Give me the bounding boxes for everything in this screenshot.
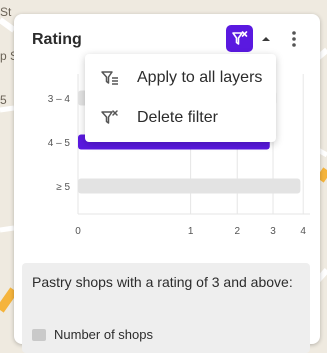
menu-item-label: Apply to all layers [137, 69, 263, 86]
legend-swatch [32, 328, 46, 341]
legend-row: Number of shops [32, 327, 153, 342]
menu-item-apply-all-layers[interactable]: Apply to all layers [85, 58, 276, 98]
rating-widget: Rating 3 – 44 – 5 ≥ 501234 Pastry shops w… [14, 14, 320, 353]
description-box: Pastry shops with a rating of 3 and abov… [22, 263, 310, 353]
x-tick-label: 4 [300, 226, 306, 237]
x-tick-label: 3 [270, 226, 276, 237]
map-street-label-3: 5 [0, 93, 7, 107]
legend-label: Number of shops [54, 327, 153, 342]
x-tick-label: 0 [75, 226, 81, 237]
menu-item-label: Delete filter [137, 109, 218, 126]
filter-delete-icon [100, 108, 120, 128]
x-tick-label: 2 [234, 226, 240, 237]
map-street-label-1: St [0, 5, 12, 19]
bar-2[interactable] [78, 178, 301, 194]
category-label: 3 – 4 [48, 94, 71, 105]
menu-item-delete-filter[interactable]: Delete filter [85, 98, 276, 138]
description-text: Pastry shops with a rating of 3 and abov… [32, 274, 293, 290]
filter-layers-icon [100, 68, 120, 88]
category-label: 4 – 5 [48, 138, 71, 149]
category-label: ≥ 5 [56, 182, 70, 193]
x-tick-label: 1 [188, 226, 194, 237]
filter-menu: Apply to all layers Delete filter [85, 54, 276, 142]
